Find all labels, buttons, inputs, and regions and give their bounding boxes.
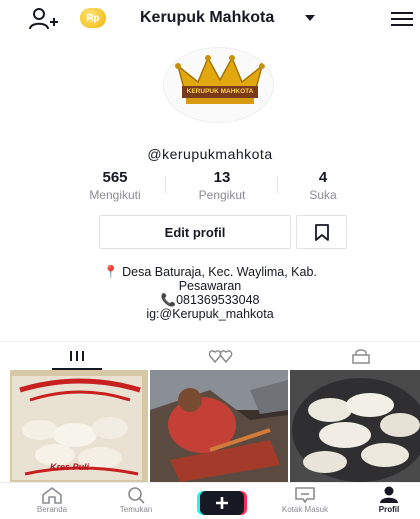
phone-icon: 📞 [160,293,177,307]
video-thumbnail-text: Kres Puli [50,462,90,472]
stat-following-value: 565 [102,169,128,186]
lock-icon [352,349,370,364]
crown-logo-icon [175,55,265,104]
inbox-icon [295,487,315,503]
nav-home-label: Beranda [36,505,68,514]
tab-liked[interactable] [152,342,292,370]
person-add-icon[interactable] [28,7,58,31]
worker-frying-image [150,370,288,482]
stat-followers[interactable]: 13 Pengikut [167,168,277,203]
username: @kerupukmahkota [147,146,273,162]
nav-discover[interactable]: Temukan [96,486,176,515]
tab-private[interactable] [291,342,420,370]
stat-followers-label: Pengikut [198,188,246,202]
stat-likes-label: Suka [309,188,337,202]
bio-location-line2: Pesawaran [178,279,242,293]
account-name[interactable]: Kerupuk Mahkota [140,9,274,27]
video-thumbnail[interactable] [150,370,288,482]
search-icon [128,487,145,504]
nav-profile-label: Profil [378,505,400,514]
nav-home[interactable]: Beranda [12,486,92,515]
content-tabs [0,341,420,370]
hamburger-menu-icon[interactable] [391,11,413,27]
profile-header: Rp Kerupuk Mahkota [0,0,420,38]
avatar[interactable]: KERUPUK MAHKOTA [163,47,274,123]
profile-stats: 565 Mengikuti 13 Pengikut 4 Suka [0,168,420,208]
bio-location: 📍 Desa Baturaja, Kec. Waylima, Kab. [60,265,360,279]
chevron-down-icon[interactable] [305,15,315,21]
stat-followers-value: 13 [213,169,231,186]
nav-discover-label: Temukan [119,505,153,514]
home-icon [42,487,62,504]
stat-likes[interactable]: 4 Suka [268,168,378,203]
profile-bio: 📍 Desa Baturaja, Kec. Waylima, Kab. Pesa… [60,265,360,321]
bio-phone-number: 081369533048 [176,293,260,307]
avatar-logo-text: KERUPUK MAHKOTA [186,88,254,95]
bookmark-icon [314,223,329,241]
stat-following-label: Mengikuti [89,188,141,202]
coin-icon[interactable]: Rp [80,8,106,28]
bottom-navigation: Beranda Temukan Kotak Masuk Profil [0,482,420,519]
video-thumbnail[interactable] [290,370,420,482]
plus-icon [197,491,247,515]
tab-videos[interactable] [7,342,147,370]
grid-icon [70,351,84,361]
bookmark-button[interactable] [296,215,347,249]
stat-following[interactable]: 565 Mengikuti [60,168,170,203]
nav-inbox[interactable]: Kotak Masuk [265,486,345,515]
bio-location-line1: Desa Baturaja, Kec. Waylima, Kab. [122,265,317,279]
bio-instagram: ig:@Kerupuk_mahkota [146,307,274,321]
create-video-button[interactable] [197,491,247,515]
bio-phone: 📞081369533048 [60,293,360,307]
video-thumbnail[interactable]: Kres Puli [10,370,148,482]
video-grid: Kres Puli [10,370,420,482]
liked-hearts-icon [209,350,233,364]
profile-icon [380,486,398,503]
nav-inbox-label: Kotak Masuk [281,505,329,514]
edit-profile-button[interactable]: Edit profil [99,215,291,249]
stat-likes-value: 4 [318,169,328,186]
location-pin-icon: 📍 [103,265,119,279]
stat-divider [165,177,166,193]
coin-label: Rp [86,12,100,24]
kerupuk-basin-image [290,370,420,482]
nav-profile[interactable]: Profil [349,486,420,515]
